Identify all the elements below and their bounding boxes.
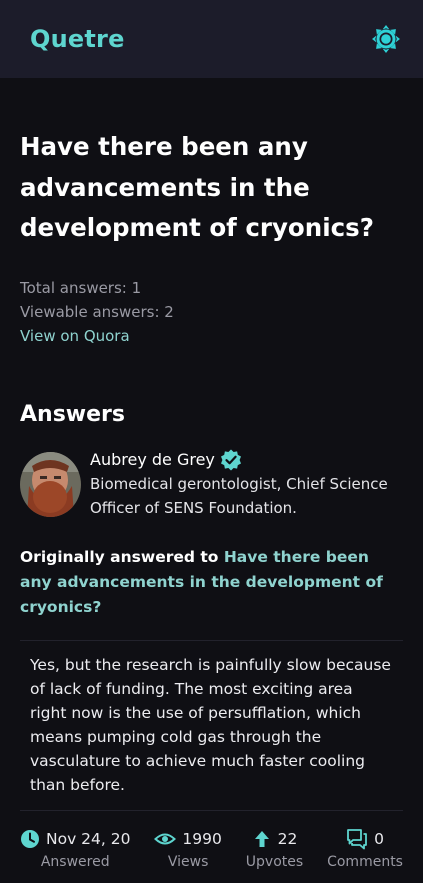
answer-author: Aubrey de Grey Biomedical gerontologist,… [20,449,403,520]
originally-answered: Originally answered to Have there been a… [20,545,403,620]
answer-stats: Nov 24, 20 Answered 1990 Views 22 Upvote [20,827,403,870]
verified-badge-icon [220,449,241,470]
author-credential: Biomedical gerontologist, Chief Science … [90,474,388,517]
question-title: Have there been any advancements in the … [20,132,374,242]
stat-comments[interactable]: 0 Comments [327,827,403,870]
clock-icon [21,829,39,848]
top-bar: Quetre [0,0,423,78]
comments-count: 0 [374,829,384,848]
sun-gear-icon [372,25,400,53]
answers-heading: Answers [20,401,125,427]
upvotes-label: Upvotes [245,853,304,870]
eye-icon [154,833,177,844]
author-name[interactable]: Aubrey de Grey [90,450,215,469]
answered-date: Nov 24, 20 [46,829,131,848]
answer-body: Yes, but the research is painfully slow … [30,655,391,794]
stat-views: 1990 Views [154,827,222,870]
comments-label: Comments [327,853,403,870]
view-on-quora-link[interactable]: View on Quora [20,324,403,348]
stat-answered: Nov 24, 20 Answered [20,827,130,870]
views-count: 1990 [182,829,222,848]
upvote-arrow-icon [254,830,269,847]
upvotes-count: 22 [277,829,298,848]
avatar[interactable] [20,451,81,517]
question-meta: Total answers: 1 Viewable answers: 2 Vie… [20,276,403,348]
divider [20,809,403,811]
theme-toggle-button[interactable] [371,24,401,54]
total-answers: Total answers: 1 [20,278,142,297]
main-content: Have there been any advancements in the … [0,127,423,870]
stat-upvotes[interactable]: 22 Upvotes [246,827,303,870]
answered-label: Answered [40,853,110,870]
viewable-answers: Viewable answers: 2 [20,302,174,321]
author-name-row: Aubrey de Grey [90,448,403,472]
app-logo[interactable]: Quetre [30,25,125,53]
comments-icon [347,828,367,849]
orig-prefix: Originally answered to [20,547,219,566]
author-info: Aubrey de Grey Biomedical gerontologist,… [90,449,403,520]
views-label: Views [167,853,209,870]
